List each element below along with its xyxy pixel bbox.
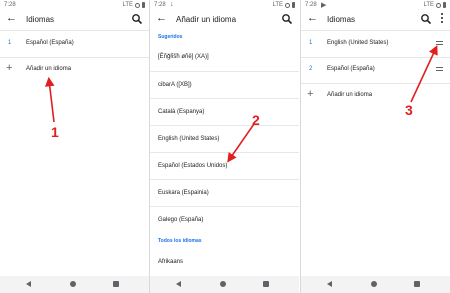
all-languages-header: Todos los idiomas xyxy=(158,238,202,244)
status-time: 7:28 xyxy=(154,2,166,8)
app-bar: ← Idiomas xyxy=(301,10,450,30)
drag-handle-icon[interactable] xyxy=(436,67,443,71)
language-rank: 1 xyxy=(309,40,313,46)
nav-bar xyxy=(301,276,450,293)
language-label: English (United States) xyxy=(327,40,389,46)
back-arrow-icon[interactable]: ← xyxy=(156,13,167,24)
drag-handle-icon[interactable] xyxy=(436,41,443,45)
play-icon: ▶ xyxy=(321,2,327,9)
language-label: [Ĕñğłĩšħ øñê] (XA)] xyxy=(158,54,209,60)
nav-home-icon[interactable] xyxy=(371,281,377,287)
list-item[interactable]: Euskara (Espainia) xyxy=(150,179,299,205)
list-item[interactable]: Galego (España) xyxy=(150,206,299,232)
battery-icon xyxy=(292,2,295,8)
page-title: Idiomas xyxy=(327,15,356,24)
nav-back-icon[interactable] xyxy=(327,281,332,287)
language-rank: 2 xyxy=(309,66,313,72)
nav-home-icon[interactable] xyxy=(70,281,76,287)
wifi-icon xyxy=(285,2,290,8)
status-time: 7:28 xyxy=(305,2,317,8)
add-language-label: Añadir un idioma xyxy=(26,66,72,72)
more-vert-icon[interactable] xyxy=(439,12,445,24)
nav-back-icon[interactable] xyxy=(26,281,31,287)
nav-recents-icon[interactable] xyxy=(414,281,420,287)
add-language-button[interactable]: + Añadir un idioma xyxy=(0,57,149,83)
language-label: Afrikaans xyxy=(158,259,184,265)
language-label: English (United States) xyxy=(158,136,220,142)
list-item[interactable]: Català (Espanya) xyxy=(150,98,299,124)
app-bar: ← Añadir un idioma xyxy=(150,10,299,30)
language-label: cibarA ([XB]) xyxy=(158,82,192,88)
language-label: Español (Estados Unidos) xyxy=(158,163,228,169)
page-title: Idiomas xyxy=(26,15,55,24)
language-label: Galego (España) xyxy=(158,217,204,223)
list-item-espanol-estados-unidos[interactable]: Español (Estados Unidos) xyxy=(150,152,299,178)
suggested-header: Sugeridos xyxy=(158,34,183,40)
nav-bar xyxy=(0,276,149,293)
download-icon: ↓ xyxy=(170,1,174,8)
back-arrow-icon[interactable]: ← xyxy=(307,13,318,24)
language-label: Español (España) xyxy=(26,40,74,46)
list-item[interactable]: [Ĕñğłĩšħ øñê] (XA)] xyxy=(150,44,299,70)
network-label: LTE xyxy=(423,2,434,8)
language-label: Español (España) xyxy=(327,66,375,72)
annotation-step-2: 2 xyxy=(252,112,260,128)
plus-icon: + xyxy=(307,88,314,100)
search-icon[interactable] xyxy=(420,13,432,25)
language-rank: 1 xyxy=(8,40,12,46)
annotation-step-1: 1 xyxy=(51,124,59,140)
language-label: Català (Espanya) xyxy=(158,109,205,115)
status-bar: 7:28 LTE xyxy=(0,0,149,10)
add-language-button[interactable]: + Añadir un idioma xyxy=(301,83,450,109)
search-icon[interactable] xyxy=(281,13,293,25)
back-arrow-icon[interactable]: ← xyxy=(6,13,17,24)
languages-screen-updated: 7:28 ▶ LTE ← Idiomas 1 English (United S… xyxy=(301,0,450,293)
annotation-step-3: 3 xyxy=(405,102,413,118)
nav-home-icon[interactable] xyxy=(220,281,226,287)
nav-back-icon[interactable] xyxy=(176,281,181,287)
network-label: LTE xyxy=(122,2,133,8)
language-item-1[interactable]: 1 English (United States) xyxy=(301,31,450,57)
wifi-icon xyxy=(436,2,441,8)
search-icon[interactable] xyxy=(131,13,143,25)
status-bar: 7:28 ↓ LTE xyxy=(150,0,299,10)
status-time: 7:28 xyxy=(4,2,16,8)
plus-icon: + xyxy=(6,62,13,74)
nav-recents-icon[interactable] xyxy=(113,281,119,287)
battery-icon xyxy=(142,2,145,8)
network-label: LTE xyxy=(272,2,283,8)
add-language-screen: 7:28 ↓ LTE ← Añadir un idioma Sugeridos … xyxy=(150,0,299,293)
wifi-icon xyxy=(135,2,140,8)
status-bar: 7:28 ▶ LTE xyxy=(301,0,450,10)
battery-icon xyxy=(443,2,446,8)
language-label: Euskara (Espainia) xyxy=(158,190,209,196)
add-language-label: Añadir un idioma xyxy=(327,92,373,98)
list-item[interactable]: Afrikaans xyxy=(150,250,299,276)
language-item-2[interactable]: 2 Español (España) xyxy=(301,57,450,83)
nav-recents-icon[interactable] xyxy=(263,281,269,287)
nav-bar xyxy=(150,276,299,293)
list-item[interactable]: cibarA ([XB]) xyxy=(150,71,299,97)
language-item-1[interactable]: 1 Español (España) xyxy=(0,31,149,57)
languages-screen-initial: 7:28 LTE ← Idiomas 1 Español (España) + … xyxy=(0,0,149,293)
app-bar: ← Idiomas xyxy=(0,10,149,30)
list-item[interactable]: English (United States) xyxy=(150,125,299,151)
page-title: Añadir un idioma xyxy=(176,15,237,24)
